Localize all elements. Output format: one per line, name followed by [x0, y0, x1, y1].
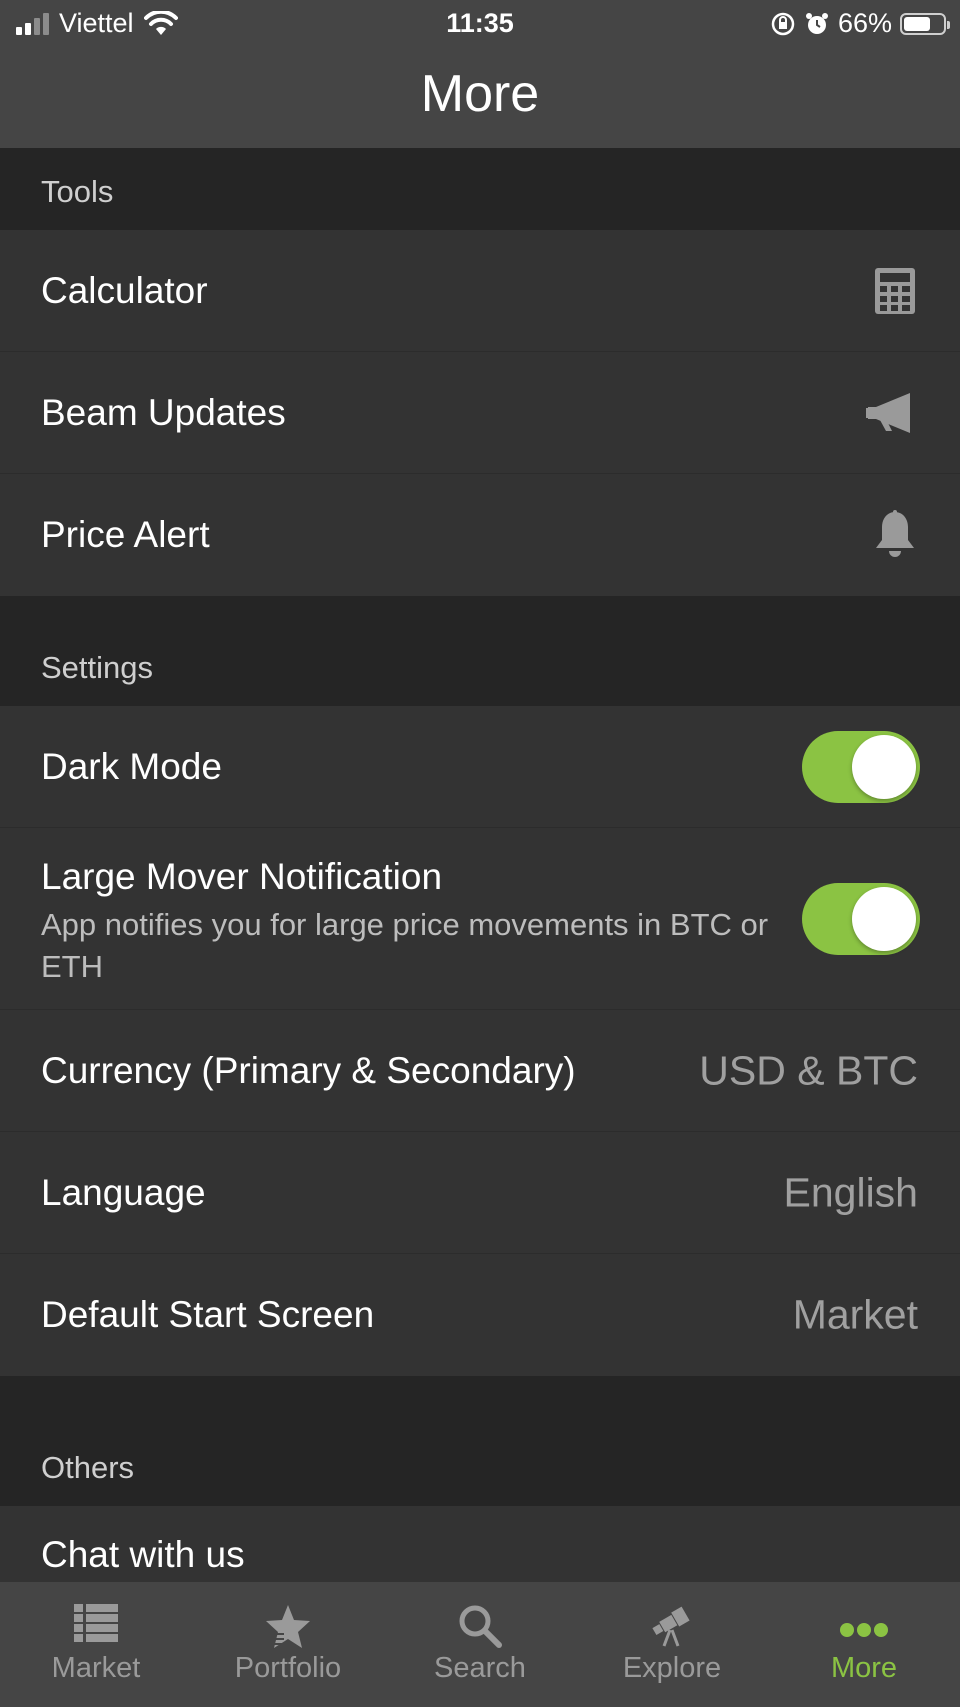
row-value: USD & BTC [699, 1047, 918, 1093]
row-label: Dark Mode [41, 745, 222, 787]
row-price-alert[interactable]: Price Alert [0, 474, 960, 596]
tab-label: Explore [622, 1652, 722, 1684]
row-label: Default Start Screen [41, 1294, 375, 1335]
section-header-others: Others [0, 1376, 960, 1506]
top-bar: Viettel 11:35 66% More [0, 0, 960, 148]
tab-label: Market [51, 1652, 141, 1684]
tab-portfolio[interactable]: Portfolio [192, 1582, 384, 1707]
row-label: Chat with us [41, 1534, 245, 1575]
row-value: Market [792, 1291, 918, 1338]
tab-label: Portfolio [234, 1652, 342, 1684]
row-label: Large Mover Notification [41, 856, 443, 897]
star-icon [266, 1605, 310, 1648]
row-label: Calculator [41, 269, 208, 311]
list-icon [74, 1604, 118, 1642]
section-title: Tools [41, 174, 114, 209]
alarm-icon [805, 12, 828, 34]
tab-label: Search [434, 1652, 526, 1684]
battery-percent: 66% [837, 8, 892, 38]
row-calculator[interactable]: Calculator [0, 230, 960, 352]
row-dark-mode: Dark Mode [0, 706, 960, 828]
large-mover-toggle[interactable] [802, 882, 920, 955]
tab-bar: Market Portfolio Search Explore More [0, 1582, 960, 1707]
row-description: App notifies you for large price movemen… [41, 907, 769, 984]
row-beam-updates[interactable]: Beam Updates [0, 352, 960, 474]
section-header-settings: Settings [0, 596, 960, 706]
tab-more[interactable]: More [768, 1582, 960, 1707]
status-bar: Viettel 11:35 66% [0, 0, 960, 48]
tab-label: More [830, 1652, 898, 1684]
megaphone-icon [866, 392, 910, 433]
row-language[interactable]: Language English [0, 1132, 960, 1254]
tab-market[interactable]: Market [0, 1582, 192, 1707]
toggle-knob [852, 886, 916, 951]
row-currency[interactable]: Currency (Primary & Secondary) USD & BTC [0, 1010, 960, 1132]
row-default-start-screen[interactable]: Default Start Screen Market [0, 1254, 960, 1376]
more-dots-icon [840, 1623, 888, 1637]
row-label: Price Alert [41, 514, 210, 555]
dark-mode-toggle[interactable] [802, 730, 920, 803]
battery-icon [900, 12, 950, 35]
page-title: More [420, 65, 540, 123]
status-right: 66% [770, 8, 950, 39]
row-label: Beam Updates [41, 391, 286, 433]
section-title: Settings [41, 650, 154, 685]
calculator-icon [875, 267, 915, 314]
rotation-lock-icon [771, 12, 795, 35]
tab-search[interactable]: Search [384, 1582, 576, 1707]
row-label: Currency (Primary & Secondary) [41, 1049, 576, 1091]
tab-explore[interactable]: Explore [576, 1582, 768, 1707]
search-icon [459, 1605, 502, 1648]
telescope-icon [652, 1606, 690, 1647]
bell-icon [876, 510, 914, 557]
section-title: Others [41, 1450, 135, 1485]
row-large-mover: Large Mover Notification App notifies yo… [0, 828, 960, 1010]
row-value: English [783, 1169, 918, 1215]
section-header-tools: Tools [0, 148, 960, 230]
toggle-knob [852, 734, 916, 799]
row-label: Language [41, 1171, 206, 1213]
